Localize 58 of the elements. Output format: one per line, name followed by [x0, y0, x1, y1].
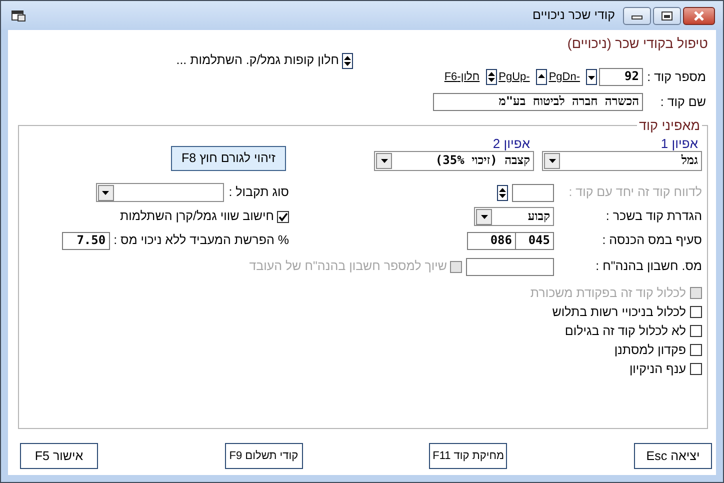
- nav-link[interactable]: PgUp-: [498, 70, 530, 84]
- dialog-button[interactable]: יציאה Esc: [634, 443, 712, 469]
- group-title: מאפיני קוד: [638, 119, 701, 132]
- field-label: לדווח קוד זה יחד עם קוד :: [568, 185, 702, 200]
- checkbox-label: לא לכלול קוד זה בגילום: [564, 324, 686, 338]
- field-label: סוג תקבול :: [228, 185, 289, 200]
- field-label: אפיון 2: [492, 136, 531, 150]
- checkbox-label: פקדון למסתנן: [614, 342, 686, 358]
- code-number-label: מספר קוד :: [646, 70, 706, 84]
- caret-icon: [476, 208, 492, 224]
- checkbox-label: שיוך למספר חשבון בהנה"ח של העובד: [249, 259, 447, 274]
- spinner-icon[interactable]: [486, 69, 497, 85]
- checkbox[interactable]: [690, 325, 702, 337]
- maximize-icon: [661, 10, 673, 20]
- caret-icon: [544, 152, 560, 168]
- nav-link[interactable]: PgDn-: [548, 70, 580, 84]
- field-label: הגדרת קוד בשכר :: [604, 209, 702, 224]
- checkbox[interactable]: [690, 363, 702, 375]
- maximize-button[interactable]: [653, 6, 681, 24]
- external-id-button[interactable]: זיהוי לגורם חוץ F8: [171, 146, 286, 170]
- code-name-label: שם קוד :: [659, 94, 706, 110]
- funds-window-link[interactable]: חלון קופות גמל/ק. השתלמות ...: [176, 53, 339, 68]
- window-title: קודי שכר ניכויים: [532, 8, 615, 23]
- minimize-button[interactable]: [623, 6, 651, 24]
- checkbox[interactable]: [277, 210, 289, 222]
- checkbox-label: חישוב שווי גמל/קרן השתלמות: [120, 209, 274, 224]
- dialog-button[interactable]: אישור F5: [20, 443, 98, 469]
- code-name-field[interactable]: הכשרה חברה לביטוח בע"מ: [433, 93, 643, 111]
- dropdown-field[interactable]: קצבה (זיכוי 35%): [374, 150, 534, 170]
- close-icon: [693, 10, 705, 20]
- percent-field[interactable]: 7.50: [62, 232, 110, 250]
- app-icon: [11, 8, 27, 23]
- dropdown-field[interactable]: קבוע: [474, 207, 554, 226]
- checkbox-label: ענף הניקיון: [629, 362, 686, 376]
- field-label: % הפרשת המעביד ללא ניכוי מס :: [114, 233, 289, 248]
- nav-link[interactable]: חלון-F6: [444, 70, 480, 84]
- field-label: אפיון 1: [660, 136, 699, 150]
- dropdown-field[interactable]: [96, 183, 224, 202]
- form-heading: טיפול בקודי שכר (ניכויים): [566, 36, 709, 53]
- code-number-field[interactable]: 92: [599, 68, 643, 86]
- field-label: מס. חשבון בהנה"ח :: [594, 259, 702, 274]
- checkbox-label: לכלול בניכויי רשות בתלוש: [552, 304, 686, 320]
- spinner-icon[interactable]: [497, 184, 508, 200]
- field-label: סעיף במס הכנסה :: [601, 233, 702, 248]
- checkbox[interactable]: [690, 306, 702, 318]
- dialog-button[interactable]: מחיקת קוד F11: [429, 443, 508, 469]
- checkbox[interactable]: [690, 344, 702, 356]
- tax-section-field[interactable]: 045: [515, 232, 554, 250]
- tax-section-field[interactable]: 086: [467, 232, 515, 250]
- checkbox-label: לכלול קוד זה בפקודת משכורת: [530, 286, 686, 300]
- spinner-icon[interactable]: [342, 52, 353, 68]
- caret-icon: [376, 152, 392, 168]
- account-field[interactable]: [466, 258, 554, 276]
- close-button[interactable]: [683, 6, 715, 24]
- dialog-button[interactable]: קודי תשלום F9: [224, 443, 303, 469]
- dropdown-field[interactable]: גמל: [542, 150, 702, 170]
- code-field[interactable]: [512, 184, 554, 202]
- caret-icon: [98, 184, 114, 200]
